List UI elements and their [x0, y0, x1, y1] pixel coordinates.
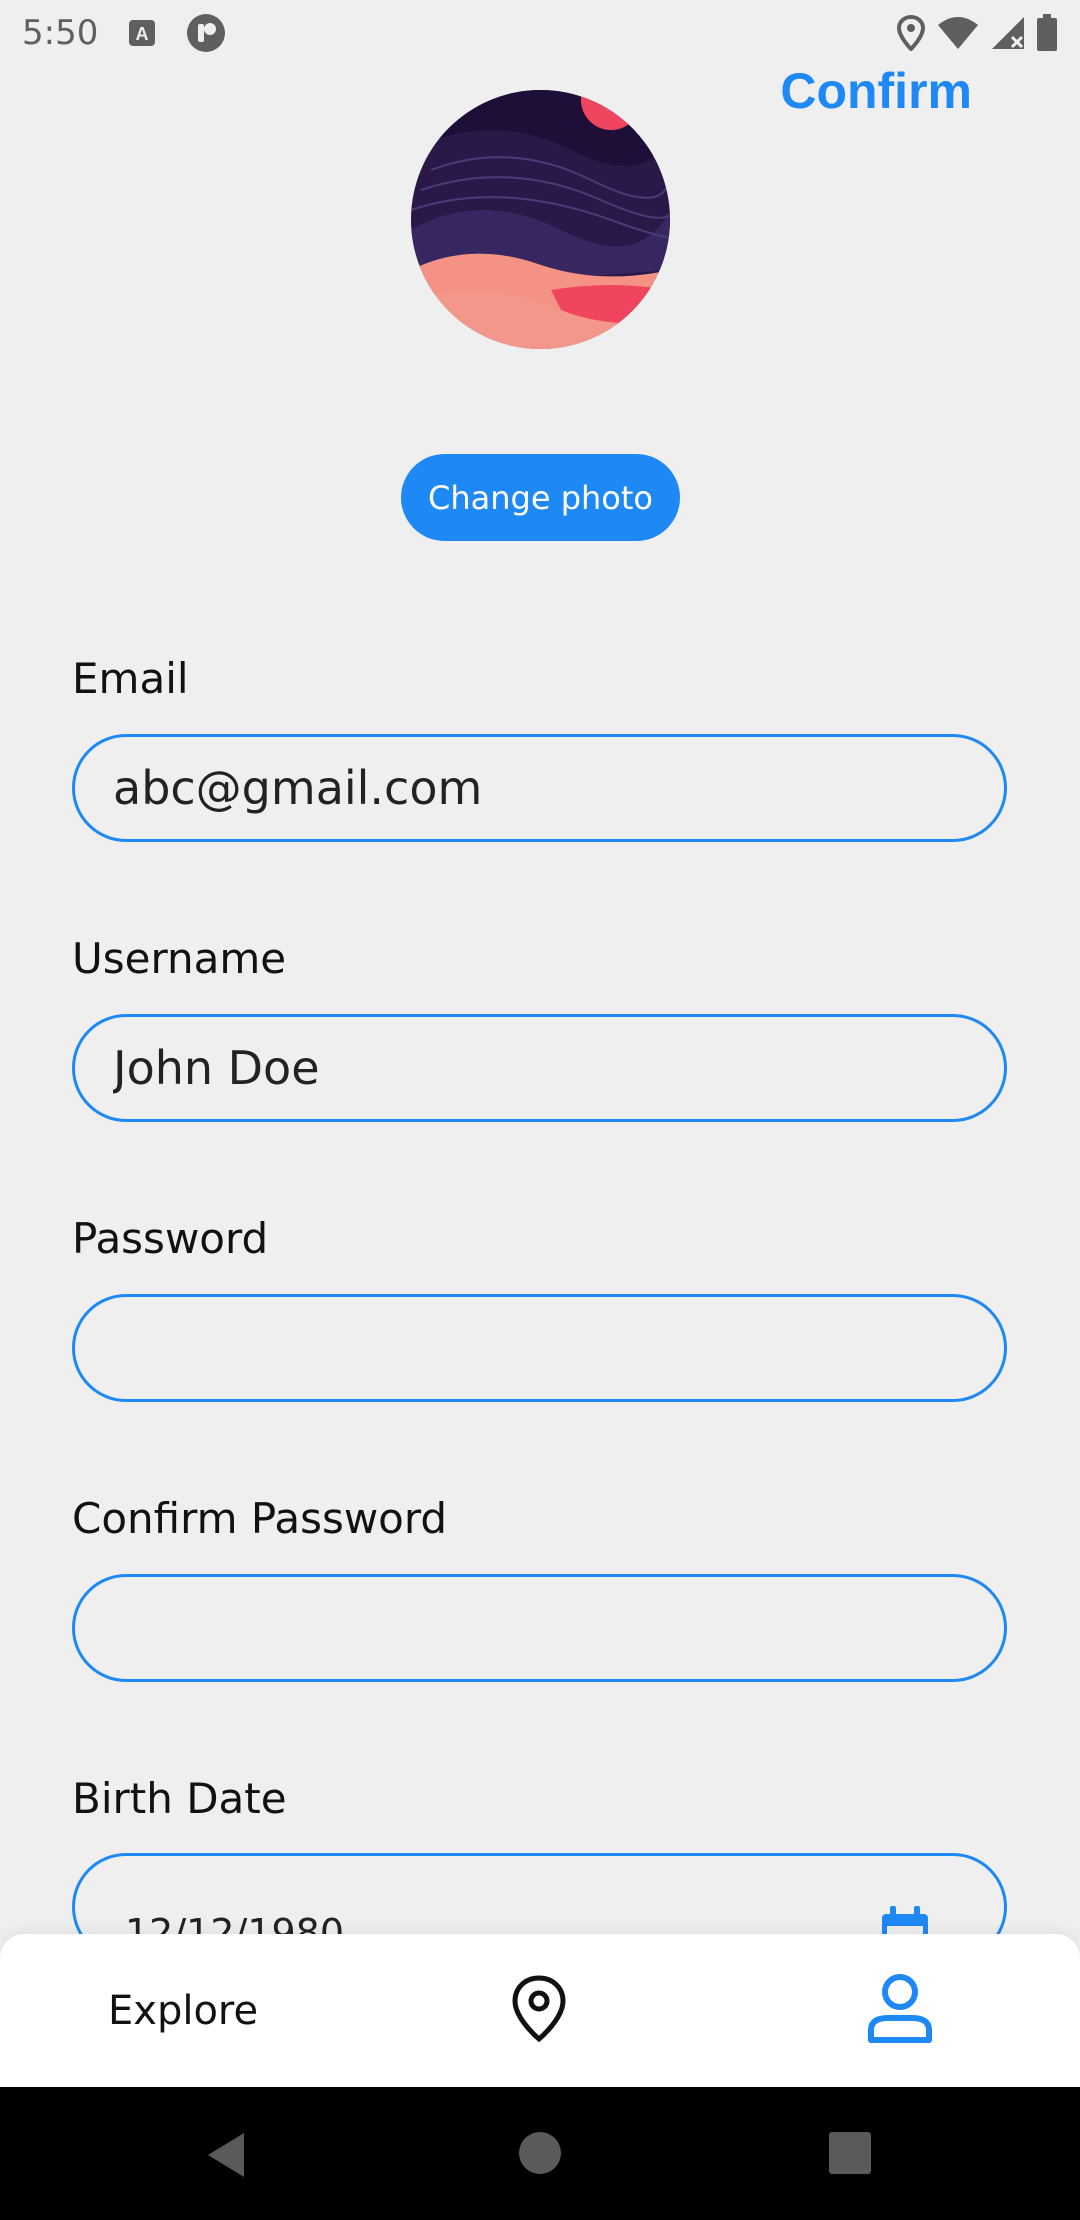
confirm-password-field[interactable] — [72, 1574, 1007, 1682]
map-pin-icon[interactable] — [510, 1974, 568, 2044]
recents-icon[interactable] — [828, 2131, 872, 2175]
avatar-image — [411, 90, 670, 349]
status-bar: 5:50 A — [0, 0, 1080, 66]
password-field[interactable] — [72, 1294, 1007, 1402]
password-label: Password — [72, 1214, 269, 1263]
home-icon[interactable] — [518, 2131, 562, 2175]
system-nav-bar — [0, 2087, 1080, 2220]
confirm-password-label: Confirm Password — [72, 1494, 448, 1543]
nav-explore[interactable]: Explore — [108, 1988, 258, 2034]
profile-icon[interactable] — [866, 1972, 934, 2044]
username-field[interactable] — [72, 1014, 1007, 1122]
username-label: Username — [72, 934, 287, 983]
status-right — [896, 14, 1058, 52]
status-left: 5:50 A — [22, 13, 226, 53]
cell-signal-icon — [992, 17, 1024, 49]
status-time: 5:50 — [22, 13, 99, 53]
email-field[interactable] — [72, 734, 1007, 842]
battery-icon — [1037, 14, 1057, 51]
keyboard-a-icon: A — [129, 20, 156, 46]
confirm-button[interactable]: Confirm — [780, 62, 972, 120]
wifi-icon — [938, 17, 978, 49]
svg-text:A: A — [136, 24, 149, 44]
back-icon[interactable] — [204, 2131, 248, 2179]
email-label: Email — [72, 654, 189, 703]
change-photo-button[interactable]: Change photo — [401, 454, 680, 541]
bottom-nav: Explore — [0, 1934, 1080, 2087]
birth-date-label: Birth Date — [72, 1774, 287, 1823]
location-icon — [896, 15, 926, 51]
app-badge-icon — [187, 14, 226, 52]
avatar[interactable] — [411, 90, 670, 349]
